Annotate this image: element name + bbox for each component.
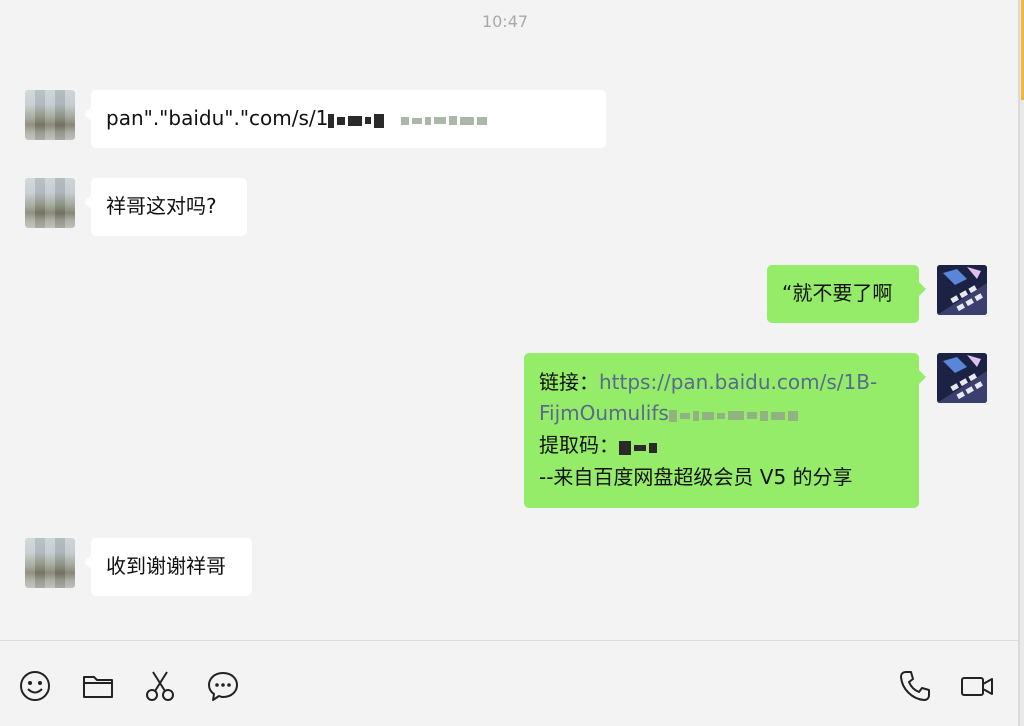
video-call-icon[interactable]: [960, 669, 994, 703]
chat-area: 10:47 pan"."baidu"."com/s/1 祥哥这对吗? “就不要了…: [0, 0, 1018, 640]
keyboard-avatar-icon: [937, 265, 987, 315]
chat-history-icon[interactable]: [206, 669, 240, 703]
message-line: 链接：https://pan.baidu.com/s/1B-: [539, 367, 904, 398]
redacted-text: [328, 104, 387, 135]
message-line: 提取码：: [539, 430, 904, 462]
message-text: pan"."baidu"."com/s/1: [106, 106, 329, 130]
my-avatar[interactable]: [937, 265, 987, 315]
code-label: 提取码：: [539, 433, 619, 457]
my-avatar[interactable]: [937, 353, 987, 403]
redacted-text: [401, 104, 490, 135]
message-line: --来自百度网盘超级会员 V5 的分享: [539, 465, 853, 489]
message-bubble[interactable]: “就不要了啊: [767, 265, 926, 323]
message-bubble[interactable]: pan"."baidu"."com/s/1: [84, 90, 606, 148]
phone-icon[interactable]: [898, 669, 932, 703]
contact-avatar[interactable]: [25, 538, 75, 588]
message-text: 收到谢谢祥哥: [106, 554, 226, 578]
message-bubble[interactable]: 祥哥这对吗?: [84, 178, 247, 236]
scissors-icon[interactable]: [143, 669, 177, 703]
emoji-icon[interactable]: [18, 669, 52, 703]
message-text: “就不要了啊: [782, 281, 893, 305]
message-bubble[interactable]: 收到谢谢祥哥: [84, 538, 252, 596]
keyboard-avatar-icon: [937, 353, 987, 403]
message-bubble[interactable]: 链接：https://pan.baidu.com/s/1B- FijmOumul…: [524, 353, 926, 508]
share-link-continued[interactable]: FijmOumulifs: [539, 401, 669, 425]
chat-toolbar: [0, 641, 1018, 726]
contact-avatar[interactable]: [25, 178, 75, 228]
redacted-text: [668, 399, 801, 430]
redacted-code: [619, 431, 660, 462]
message-line: FijmOumulifs: [539, 398, 904, 430]
link-label: 链接：: [539, 370, 599, 394]
message-text: 祥哥这对吗?: [106, 194, 217, 218]
window-edge: [1018, 0, 1024, 726]
folder-icon[interactable]: [81, 669, 115, 703]
timestamp: 10:47: [481, 12, 529, 31]
contact-avatar[interactable]: [25, 90, 75, 140]
share-link[interactable]: https://pan.baidu.com/s/1B-: [599, 370, 877, 394]
